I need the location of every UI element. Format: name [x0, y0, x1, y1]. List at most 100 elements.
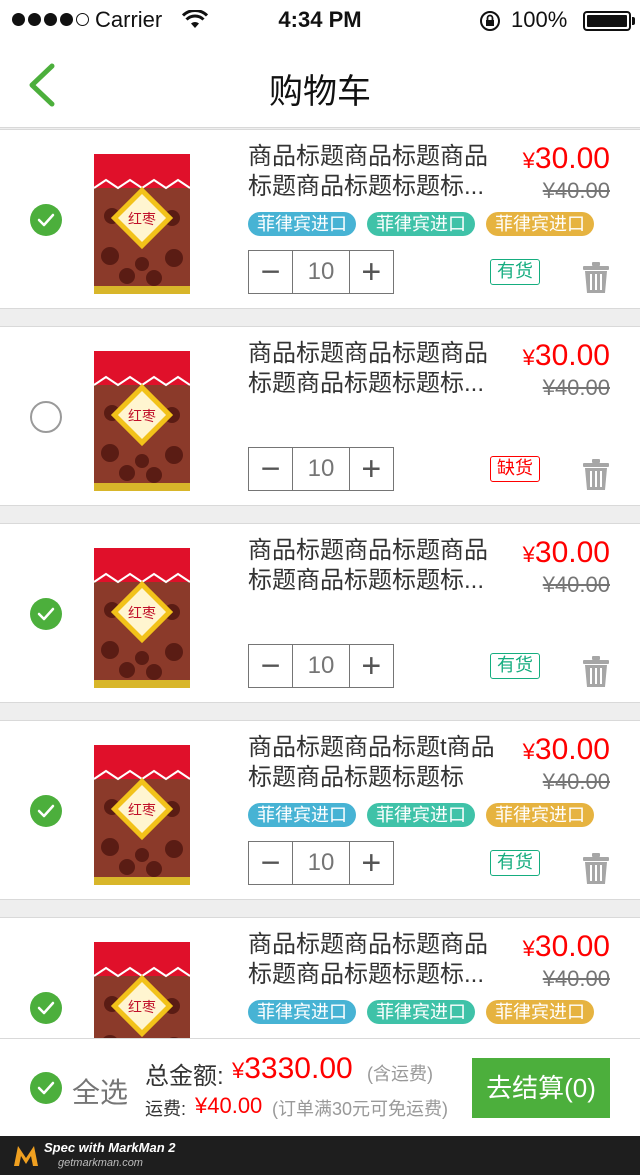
page-title: 购物车	[269, 73, 371, 111]
product-image[interactable]: 红枣	[92, 737, 192, 887]
markman-logo-icon	[12, 1142, 40, 1175]
origin-tag: 菲律宾进口	[248, 1000, 356, 1024]
quantity-value[interactable]: 10	[292, 448, 350, 490]
cart-item: 红枣 商品标题商品标题商品标题商品标题标题标... ¥30.00 ¥40.00 …	[0, 129, 640, 309]
origin-tag: 菲律宾进口	[367, 212, 475, 236]
origin-tag: 菲律宾进口	[248, 212, 356, 236]
increment-button[interactable]: +	[350, 251, 393, 293]
product-price: ¥30.00	[523, 536, 610, 570]
trash-icon[interactable]	[582, 459, 610, 496]
navigation-bar: 购物车	[0, 40, 640, 128]
product-price: ¥30.00	[523, 142, 610, 176]
product-price: ¥30.00	[523, 339, 610, 373]
quantity-stepper: − 10 +	[248, 841, 394, 885]
total-amount: ¥3330.00	[232, 1052, 353, 1086]
price-value: 30.00	[534, 733, 610, 766]
product-price: ¥30.00	[523, 733, 610, 767]
product-tags: 菲律宾进口 菲律宾进口 菲律宾进口	[248, 212, 594, 236]
price-value: 30.00	[534, 536, 610, 569]
checkout-button[interactable]: 去结算(0)	[472, 1058, 610, 1118]
cart-item: 红枣 商品标题商品标题商品标题商品标题标题标... ¥30.00 ¥40.00 …	[0, 523, 640, 703]
item-checkbox-checked[interactable]	[30, 992, 62, 1024]
item-checkbox-checked[interactable]	[30, 204, 62, 236]
product-title[interactable]: 商品标题商品标题t商品标题商品标题标题标	[248, 733, 496, 793]
currency-symbol: ¥	[522, 936, 535, 961]
origin-tag: 菲律宾进口	[367, 803, 475, 827]
svg-text:红枣: 红枣	[128, 1000, 156, 1016]
product-title[interactable]: 商品标题商品标题商品标题商品标题标题标...	[248, 339, 496, 399]
out-of-stock-badge: 缺货	[490, 456, 540, 482]
stock-badge: 有货	[490, 653, 540, 679]
svg-text:红枣: 红枣	[128, 803, 156, 819]
product-image[interactable]: 红枣	[92, 146, 192, 296]
quantity-value[interactable]: 10	[292, 251, 350, 293]
product-tags: 菲律宾进口 菲律宾进口 菲律宾进口	[248, 803, 594, 827]
stock-badge: 有货	[490, 850, 540, 876]
original-price: ¥40.00	[542, 572, 610, 597]
select-all-label[interactable]: 全选	[72, 1071, 128, 1111]
price-value: 30.00	[534, 930, 610, 963]
decrement-button[interactable]: −	[249, 448, 292, 490]
increment-button[interactable]: +	[350, 448, 393, 490]
checkout-bar: 全选 总金额: ¥3330.00 (含运费) 运费: ¥40.00 (订单满30…	[0, 1038, 640, 1136]
product-price: ¥30.00	[523, 930, 610, 964]
currency-symbol: ¥	[522, 739, 535, 764]
product-title[interactable]: 商品标题商品标题商品标题商品标题标题标...	[248, 142, 496, 202]
shipping-amount: ¥40.00	[195, 1093, 263, 1118]
item-checkbox-checked[interactable]	[30, 598, 62, 630]
product-title[interactable]: 商品标题商品标题商品标题商品标题标题标...	[248, 930, 496, 990]
battery-percent: 100%	[511, 7, 568, 32]
currency-symbol: ¥	[522, 542, 535, 567]
svg-text:红枣: 红枣	[128, 409, 156, 425]
product-image[interactable]: 红枣	[92, 343, 192, 493]
origin-tag: 菲律宾进口	[486, 1000, 594, 1024]
stock-badge: 有货	[490, 259, 540, 285]
cart-item: 红枣 商品标题商品标题t商品标题商品标题标题标 ¥30.00 ¥40.00 菲律…	[0, 720, 640, 900]
markman-brand: Spec with MarkMan 2	[44, 1140, 176, 1155]
status-bar: Carrier 4:34 PM 100%	[0, 0, 640, 40]
trash-icon[interactable]	[582, 853, 610, 890]
origin-tag: 菲律宾进口	[367, 1000, 475, 1024]
item-checkbox-checked[interactable]	[30, 795, 62, 827]
original-price: ¥40.00	[542, 966, 610, 991]
quantity-value[interactable]: 10	[292, 645, 350, 687]
svg-text:红枣: 红枣	[128, 212, 156, 228]
increment-button[interactable]: +	[350, 842, 393, 884]
rotation-lock-icon	[478, 9, 502, 38]
svg-text:红枣: 红枣	[128, 606, 156, 622]
battery-icon	[583, 11, 635, 31]
decrement-button[interactable]: −	[249, 251, 292, 293]
trash-icon[interactable]	[582, 262, 610, 299]
origin-tag: 菲律宾进口	[486, 803, 594, 827]
quantity-stepper: − 10 +	[248, 250, 394, 294]
item-checkbox-unchecked[interactable]	[30, 401, 62, 433]
currency-symbol: ¥	[522, 345, 535, 370]
select-all-checkbox[interactable]	[30, 1072, 62, 1104]
currency-symbol: ¥	[232, 1058, 245, 1083]
quantity-stepper: − 10 +	[248, 447, 394, 491]
origin-tag: 菲律宾进口	[486, 212, 594, 236]
original-price: ¥40.00	[542, 375, 610, 400]
decrement-button[interactable]: −	[249, 842, 292, 884]
trash-icon[interactable]	[582, 656, 610, 693]
total-note: (含运费)	[367, 1064, 433, 1084]
quantity-stepper: − 10 +	[248, 644, 394, 688]
product-title[interactable]: 商品标题商品标题商品标题商品标题标题标...	[248, 536, 496, 596]
cart-item: 红枣 商品标题商品标题商品标题商品标题标题标... ¥30.00 ¥40.00 …	[0, 326, 640, 506]
markman-url[interactable]: getmarkman.com	[58, 1157, 143, 1169]
product-image[interactable]: 红枣	[92, 540, 192, 690]
increment-button[interactable]: +	[350, 645, 393, 687]
original-price: ¥40.00	[542, 178, 610, 203]
decrement-button[interactable]: −	[249, 645, 292, 687]
price-value: 30.00	[534, 339, 610, 372]
original-price: ¥40.00	[542, 769, 610, 794]
markman-footer: Spec with MarkMan 2 getmarkman.com	[0, 1136, 640, 1175]
total-value: 3330.00	[244, 1052, 353, 1085]
quantity-value[interactable]: 10	[292, 842, 350, 884]
product-tags: 菲律宾进口 菲律宾进口 菲律宾进口	[248, 1000, 594, 1024]
shipping-note: (订单满30元可免运费)	[272, 1099, 449, 1119]
price-value: 30.00	[534, 142, 610, 175]
total-label: 总金额:	[145, 1063, 224, 1090]
origin-tag: 菲律宾进口	[248, 803, 356, 827]
shipping-label: 运费:	[145, 1099, 187, 1119]
